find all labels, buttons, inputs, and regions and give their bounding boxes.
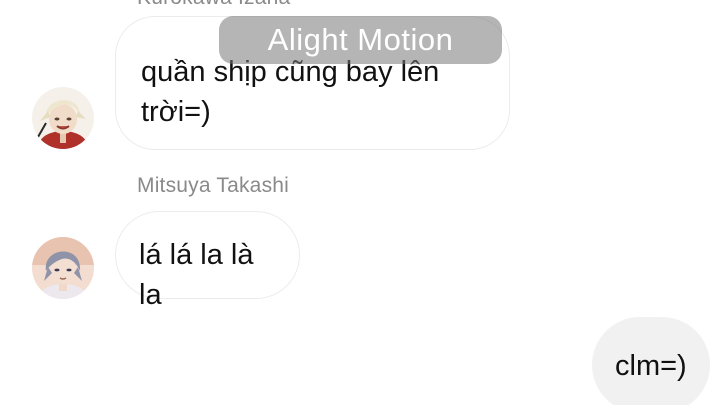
chat-screen: Kurokawa Izana quần shịp cũng bay lên tr… xyxy=(0,0,720,405)
watermark-badge: Alight Motion xyxy=(219,16,502,64)
avatar-izana-image xyxy=(32,87,94,149)
message-text: clm=) xyxy=(615,350,687,382)
message-bubble-incoming[interactable]: lá lá la là la xyxy=(115,211,300,311)
message-bubble-outgoing[interactable]: clm=) xyxy=(592,317,710,405)
avatar-izana[interactable] xyxy=(32,87,94,149)
sender-name-izana: Kurokawa Izana xyxy=(137,0,290,10)
avatar-mitsuya-image xyxy=(32,237,94,299)
message-text: quần shịp cũng bay lên trời=) xyxy=(141,56,440,128)
message-text: lá lá la là la xyxy=(139,239,254,311)
sender-name-mitsuya: Mitsuya Takashi xyxy=(137,174,290,197)
avatar-mitsuya[interactable] xyxy=(32,237,94,299)
